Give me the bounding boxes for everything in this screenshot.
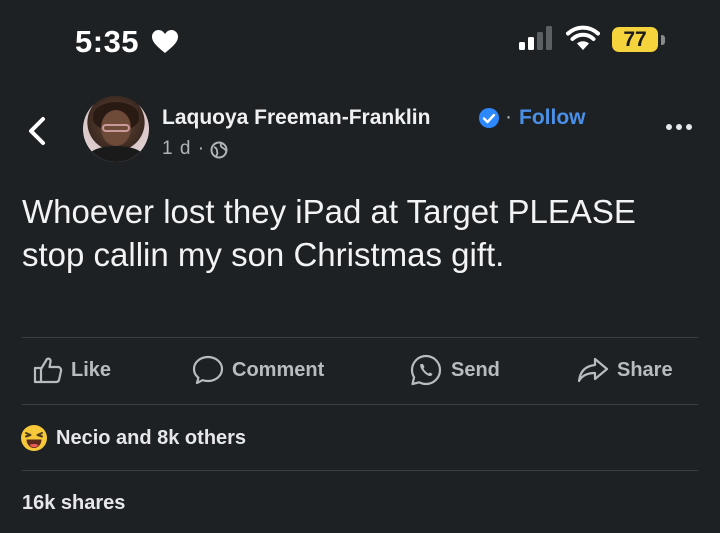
cellular-signal-icon	[519, 26, 552, 50]
share-label: Share	[617, 358, 673, 381]
status-time: 5:35	[75, 24, 140, 59]
whatsapp-icon	[410, 354, 442, 386]
separator-dot: ·	[505, 105, 512, 128]
post-timestamp: 1 d ·	[162, 138, 206, 159]
post-text: Whoever lost they iPad at Target PLEASE …	[22, 193, 636, 273]
comment-button[interactable]: Comment	[192, 352, 324, 388]
like-button[interactable]: Like	[33, 352, 111, 388]
comment-label: Comment	[232, 358, 325, 381]
avatar[interactable]	[83, 96, 149, 162]
shares-count[interactable]: 16k shares	[22, 492, 125, 515]
verified-badge-icon	[479, 108, 499, 128]
send-button[interactable]: Send	[409, 352, 500, 388]
share-button[interactable]: Share	[577, 352, 673, 388]
wifi-icon	[566, 25, 600, 50]
more-options-icon[interactable]	[665, 122, 693, 132]
comment-bubble-icon	[192, 355, 224, 385]
follow-button[interactable]: Follow	[519, 106, 586, 130]
back-arrow-icon[interactable]	[26, 116, 48, 146]
thumbs-up-icon	[33, 357, 63, 384]
battery-indicator: 77	[612, 27, 658, 52]
reactions-summary[interactable]: Necio and 8k others	[20, 424, 246, 452]
divider	[22, 337, 698, 338]
divider	[22, 404, 698, 405]
like-label: Like	[71, 358, 112, 381]
status-bar: 5:35 77	[0, 0, 720, 80]
send-label: Send	[451, 358, 500, 381]
haha-reaction-icon	[21, 425, 47, 451]
battery-tip	[661, 35, 665, 45]
divider	[22, 470, 698, 471]
heart-icon	[152, 30, 178, 53]
globe-icon	[210, 141, 228, 159]
share-arrow-icon	[577, 357, 609, 383]
reactions-label: Necio and 8k others	[56, 426, 247, 449]
author-name[interactable]: Laquoya Freeman-Franklin	[162, 106, 430, 130]
